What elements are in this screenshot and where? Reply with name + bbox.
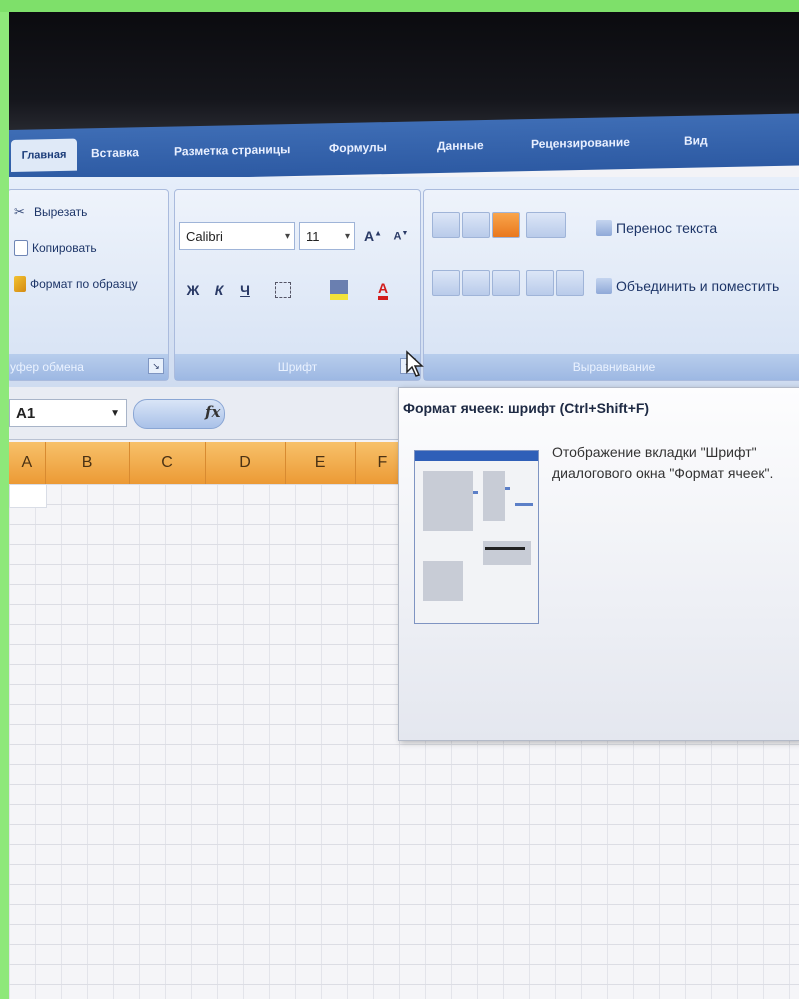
column-header-d[interactable]: D bbox=[206, 442, 286, 484]
chevron-down-icon: ▼ bbox=[110, 407, 120, 419]
shrink-font-button[interactable]: A▼ bbox=[387, 222, 415, 250]
merge-center-label: Объединить и поместить bbox=[616, 278, 780, 294]
column-header-b[interactable]: B bbox=[46, 442, 130, 484]
tab-home[interactable]: Главная bbox=[11, 138, 77, 172]
cut-label: Вырезать bbox=[34, 205, 88, 219]
chevron-down-icon: ▾ bbox=[344, 230, 350, 242]
preview-list bbox=[483, 471, 505, 521]
copy-label: Копировать bbox=[32, 241, 97, 255]
column-header-a[interactable]: A bbox=[9, 442, 46, 484]
dialog-preview-image bbox=[414, 450, 539, 624]
chevron-down-icon: ▾ bbox=[284, 230, 290, 242]
font-color-button[interactable]: A bbox=[369, 276, 397, 304]
clipboard-group-label: уфер обмена bbox=[9, 354, 168, 380]
screen-tip-title: Формат ячеек: шрифт (Ctrl+Shift+F) bbox=[403, 400, 650, 416]
group-clipboard: ✂ Вырезать Копировать Формат по образцу … bbox=[9, 189, 169, 381]
merge-center-button[interactable]: Объединить и поместить bbox=[596, 278, 779, 294]
preview-sample bbox=[483, 541, 531, 565]
italic-label: К bbox=[214, 282, 224, 298]
launcher-arrow-icon: ↘ bbox=[152, 360, 160, 371]
grow-font-icon: A▲ bbox=[363, 228, 383, 244]
align-right-button[interactable] bbox=[492, 270, 520, 296]
clipboard-dialog-launcher[interactable]: ↘ bbox=[148, 358, 164, 374]
name-box-value: A1 bbox=[16, 404, 36, 422]
copy-button[interactable]: Копировать bbox=[14, 240, 97, 256]
active-cell-a1[interactable] bbox=[9, 484, 47, 508]
align-left-button[interactable] bbox=[432, 270, 460, 296]
align-bottom-button[interactable] bbox=[492, 212, 520, 238]
merge-cells-icon bbox=[596, 278, 612, 294]
align-top-button[interactable] bbox=[432, 212, 460, 238]
font-color-icon: A bbox=[377, 280, 389, 300]
increase-indent-button[interactable] bbox=[556, 270, 584, 296]
shrink-font-icon: A▼ bbox=[393, 229, 409, 243]
paintbrush-icon bbox=[14, 276, 26, 292]
format-painter-button[interactable]: Формат по образцу bbox=[14, 276, 138, 292]
font-name-select[interactable]: Calibri ▾ bbox=[179, 222, 295, 250]
tab-formulas[interactable]: Формулы bbox=[329, 140, 387, 155]
borders-button[interactable] bbox=[269, 276, 297, 304]
font-group-label: Шрифт bbox=[175, 354, 420, 380]
name-box[interactable]: A1 ▼ bbox=[9, 399, 127, 427]
preview-line bbox=[485, 547, 525, 550]
preview-line bbox=[515, 503, 533, 506]
wrap-text-icon bbox=[596, 220, 612, 236]
align-middle-button[interactable] bbox=[462, 212, 490, 238]
copy-icon bbox=[14, 240, 28, 256]
borders-icon bbox=[275, 282, 291, 298]
fx-icon: fx bbox=[205, 403, 221, 421]
clipboard-group-text: уфер обмена bbox=[10, 360, 84, 374]
font-size-select[interactable]: 11 ▾ bbox=[299, 222, 355, 250]
underline-label: Ч bbox=[240, 282, 250, 298]
preview-titlebar bbox=[415, 451, 538, 461]
alignment-group-text: Выравнивание bbox=[572, 360, 656, 374]
tab-page-layout[interactable]: Разметка страницы bbox=[174, 142, 290, 158]
bold-button[interactable]: Ж bbox=[179, 276, 207, 304]
tab-view[interactable]: Вид bbox=[684, 133, 708, 147]
font-name-value: Calibri bbox=[186, 228, 223, 244]
font-group-text: Шрифт bbox=[277, 360, 318, 374]
column-header-c[interactable]: C bbox=[130, 442, 206, 484]
group-font: Calibri ▾ 11 ▾ A▲ A▼ Ж К Ч A Шрифт bbox=[174, 189, 421, 381]
italic-button[interactable]: К bbox=[205, 276, 233, 304]
tab-insert[interactable]: Вставка bbox=[91, 145, 139, 160]
decrease-indent-button[interactable] bbox=[526, 270, 554, 296]
screen-tip: Формат ячеек: шрифт (Ctrl+Shift+F) Отобр… bbox=[398, 387, 799, 741]
fill-color-button[interactable] bbox=[325, 276, 353, 304]
screen: Главная Вставка Разметка страницы Формул… bbox=[9, 12, 799, 999]
insert-function-button[interactable]: fx bbox=[205, 403, 220, 421]
scissors-icon: ✂ bbox=[14, 204, 25, 219]
orientation-button[interactable] bbox=[526, 212, 566, 238]
preview-options bbox=[423, 561, 463, 601]
frame-top bbox=[0, 0, 799, 12]
preview-list bbox=[423, 471, 473, 531]
group-alignment: Перенос текста Объединить и поместить Вы… bbox=[423, 189, 799, 381]
wrap-text-label: Перенос текста bbox=[616, 220, 718, 236]
tab-data[interactable]: Данные bbox=[437, 138, 484, 153]
alignment-group-label: Выравнивание bbox=[424, 354, 799, 380]
tab-review[interactable]: Рецензирование bbox=[531, 135, 630, 151]
wrap-text-button[interactable]: Перенос текста bbox=[596, 220, 717, 236]
grow-font-button[interactable]: A▲ bbox=[359, 222, 387, 250]
column-header-row: A B C D E F bbox=[9, 442, 409, 484]
bold-label: Ж bbox=[186, 282, 200, 298]
paint-bucket-icon bbox=[330, 280, 348, 300]
cut-button[interactable]: ✂ Вырезать bbox=[14, 204, 87, 220]
column-header-e[interactable]: E bbox=[286, 442, 356, 484]
underline-button[interactable]: Ч bbox=[231, 276, 259, 304]
format-painter-label: Формат по образцу bbox=[30, 277, 138, 291]
mouse-pointer-icon bbox=[406, 350, 424, 377]
align-center-button[interactable] bbox=[462, 270, 490, 296]
frame-left bbox=[0, 0, 9, 999]
ribbon: ✂ Вырезать Копировать Формат по образцу … bbox=[9, 177, 799, 387]
screen-tip-description: Отображение вкладки "Шрифт" диалогового … bbox=[552, 444, 774, 481]
font-size-value: 11 bbox=[306, 228, 320, 244]
